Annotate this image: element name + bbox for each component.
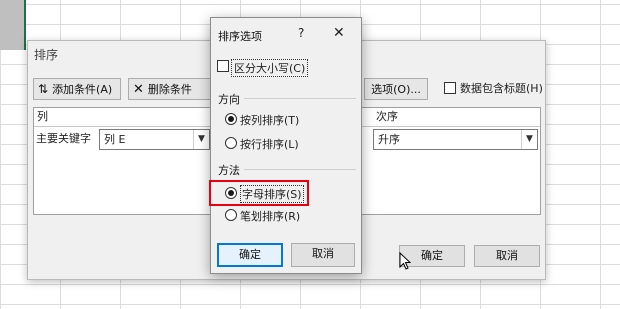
primary-key-label: 主要关键字 [36, 132, 91, 145]
header-checkbox[interactable] [444, 82, 456, 94]
options-button[interactable]: 选项(O)... [364, 78, 428, 100]
add-condition-label: 添加条件(A) [52, 83, 113, 96]
stroke-sort-label: 笔划排序(R) [240, 210, 301, 223]
add-condition-icon: ⇅ [38, 82, 49, 96]
direction-group-divider [244, 98, 356, 99]
options-label: 选项(O)... [371, 83, 421, 96]
column-select[interactable]: 列 E ▼ [99, 129, 210, 150]
close-icon[interactable]: ✕ [333, 25, 345, 41]
method-group-divider [244, 169, 356, 170]
sort-by-row-radio[interactable] [225, 137, 237, 149]
sort-by-row-label: 按行排序(L) [240, 138, 299, 151]
column-header: 列 [37, 110, 48, 123]
method-group-label: 方法 [218, 164, 240, 177]
order-header: 次序 [376, 110, 398, 123]
order-select[interactable]: 升序 ▼ [373, 129, 538, 150]
options-cancel-button[interactable]: 取消 [291, 243, 355, 267]
add-condition-button[interactable]: ⇅ 添加条件(A) [33, 78, 121, 100]
column-select-value: 列 E [104, 133, 126, 146]
sort-cancel-button[interactable]: 取消 [474, 245, 540, 267]
delete-condition-button[interactable]: ✕ 删除条件 [128, 78, 212, 100]
delete-condition-label: 删除条件 [147, 83, 192, 96]
sort-by-column-label: 按列排序(T) [240, 114, 300, 127]
options-ok-button[interactable]: 确定 [217, 243, 283, 267]
delete-condition-icon: ✕ [133, 81, 144, 97]
sort-dialog-title: 排序 [34, 48, 59, 62]
stroke-sort-radio[interactable] [225, 209, 237, 221]
sort-options-title: 排序选项 [218, 30, 262, 43]
dropdown-arrow-icon: ▼ [193, 130, 209, 149]
sort-by-column-radio[interactable] [225, 113, 237, 125]
mouse-cursor-icon [399, 252, 411, 270]
direction-group-label: 方向 [218, 93, 240, 106]
alphabetical-highlight-box [209, 180, 309, 206]
header-checkbox-label: 数据包含标题(H) [460, 82, 543, 95]
order-select-value: 升序 [378, 133, 400, 146]
dropdown-arrow-icon: ▼ [521, 130, 537, 149]
help-icon[interactable]: ? [298, 26, 304, 40]
case-sensitive-label: 区分大小写(C) [231, 59, 309, 77]
selected-cell[interactable] [0, 0, 26, 50]
case-sensitive-checkbox[interactable] [217, 60, 229, 72]
